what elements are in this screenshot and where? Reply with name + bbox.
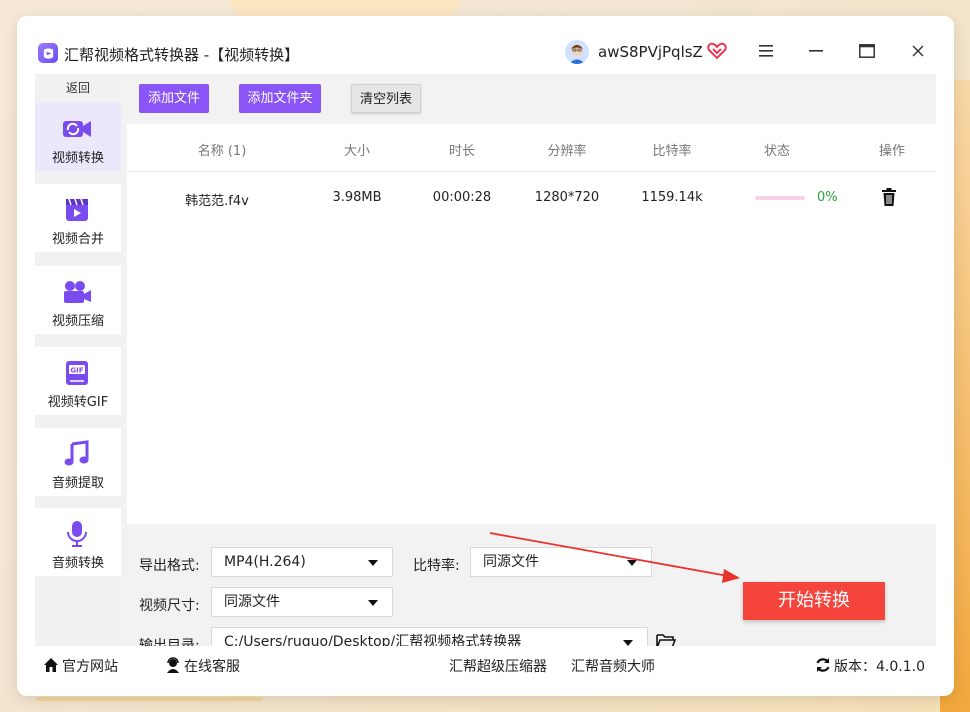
user-avatar[interactable] [565,40,589,64]
file-table: 名称 (1) 大小 时长 分辨率 比特率 状态 操作 韩范范.f4v 3.98M… [127,124,936,524]
sidebar-item-audio-extract[interactable]: 音频提取 [35,428,121,496]
music-note-icon [62,440,92,468]
video-compress-icon [62,278,92,306]
file-duration: 00:00:28 [432,190,492,205]
version-label: 版本：4.0.1.0 [834,659,925,675]
app-window: 汇帮视频格式转换器 -【视频转换】 awS8PVjPqlsZ 返回 视频转换 视… [17,16,954,696]
maximize-icon[interactable] [856,40,878,62]
user-name[interactable]: awS8PVjPqlsZ [598,43,703,61]
website-label: 官方网站 [62,659,118,675]
column-header-name: 名称 (1) [197,144,247,159]
support-link[interactable]: 在线客服 [165,656,240,676]
bitrate-label: 比特率: [413,558,460,574]
sidebar-item-label: 视频转换 [51,151,104,166]
status-bar: 官方网站 在线客服 汇帮超级压缩器 汇帮音频大师 版本：4.0.1.0 [35,646,936,682]
app-title: 汇帮视频格式转换器 -【视频转换】 [64,46,300,64]
file-name: 韩范范.f4v [185,194,249,209]
sidebar-item-video-convert[interactable]: 视频转换 [35,103,121,171]
format-select[interactable]: MP4(H.264) [211,547,393,577]
sidebar-item-label: 视频合并 [51,232,104,247]
column-header-size: 大小 [343,144,370,159]
chevron-down-icon [627,560,637,566]
svg-text:GIF: GIF [70,367,83,375]
app-logo-icon [38,43,58,63]
sidebar-item-label: 视频转GIF [47,395,109,410]
version-info[interactable]: 版本：4.0.1.0 [815,656,925,676]
audio-master-link[interactable]: 汇帮音频大师 [571,656,655,676]
progress-percent: 0% [817,190,838,205]
column-header-resolution: 分辨率 [547,144,587,159]
size-select[interactable]: 同源文件 [211,587,393,617]
format-value: MP4(H.264) [224,554,306,570]
compressor-link[interactable]: 汇帮超级压缩器 [449,656,547,676]
column-header-status: 状态 [763,144,790,159]
sidebar-item-video-to-gif[interactable]: GIF 视频转GIF [35,347,121,415]
microphone-icon [62,520,92,548]
output-settings: 导出格式: MP4(H.264) 比特率: 同源文件 视频尺寸: 同源文件 输出… [121,542,936,657]
file-resolution: 1280*720 [534,190,600,205]
support-label: 在线客服 [184,659,240,675]
chevron-down-icon [368,600,378,606]
add-folder-button[interactable]: 添加文件夹 [239,84,321,113]
delete-icon[interactable] [879,187,899,207]
format-label: 导出格式: [139,558,200,574]
menu-icon[interactable] [755,40,777,62]
header-divider [127,171,936,172]
sidebar-item-video-compress[interactable]: 视频压缩 [35,266,121,334]
column-header-duration: 时长 [448,144,475,159]
column-header-bitrate: 比特率 [652,144,692,159]
main-panel: 添加文件 添加文件夹 清空列表 名称 (1) 大小 时长 分辨率 比特率 状态 … [121,74,936,657]
size-value: 同源文件 [224,594,280,610]
add-file-button[interactable]: 添加文件 [139,84,209,113]
back-button[interactable]: 返回 [35,76,121,100]
bitrate-value: 同源文件 [483,554,539,570]
sidebar-item-label: 音频转换 [51,556,104,571]
website-link[interactable]: 官方网站 [43,656,118,676]
sidebar-item-audio-convert[interactable]: 音频转换 [35,508,121,576]
title-bar: 汇帮视频格式转换器 -【视频转换】 awS8PVjPqlsZ [17,16,954,74]
vip-heart-icon[interactable] [707,41,727,61]
column-header-action: 操作 [878,144,905,159]
size-label: 视频尺寸: [139,598,200,614]
minimize-icon[interactable] [805,40,827,62]
file-size: 3.98MB [332,190,382,205]
start-convert-button[interactable]: 开始转换 [743,582,885,620]
customer-service-icon [165,657,181,673]
video-convert-icon [62,115,92,143]
video-merge-icon [62,196,92,224]
clear-list-button[interactable]: 清空列表 [351,84,421,113]
file-bitrate: 1159.14k [641,190,703,205]
progress-bar [755,196,805,200]
home-icon [43,657,59,673]
close-icon[interactable] [907,40,929,62]
refresh-icon [815,657,831,673]
sidebar-item-video-merge[interactable]: 视频合并 [35,184,121,252]
sidebar-item-label: 视频压缩 [51,314,104,329]
background-line [36,697,262,701]
chevron-down-icon [368,560,378,566]
gif-icon: GIF [62,359,92,387]
sidebar: 返回 视频转换 视频合并 视频压缩 GIF 视频转GIF 音频提取 音频转换 [35,74,121,646]
sidebar-item-label: 音频提取 [51,476,104,491]
bitrate-select[interactable]: 同源文件 [470,547,652,577]
